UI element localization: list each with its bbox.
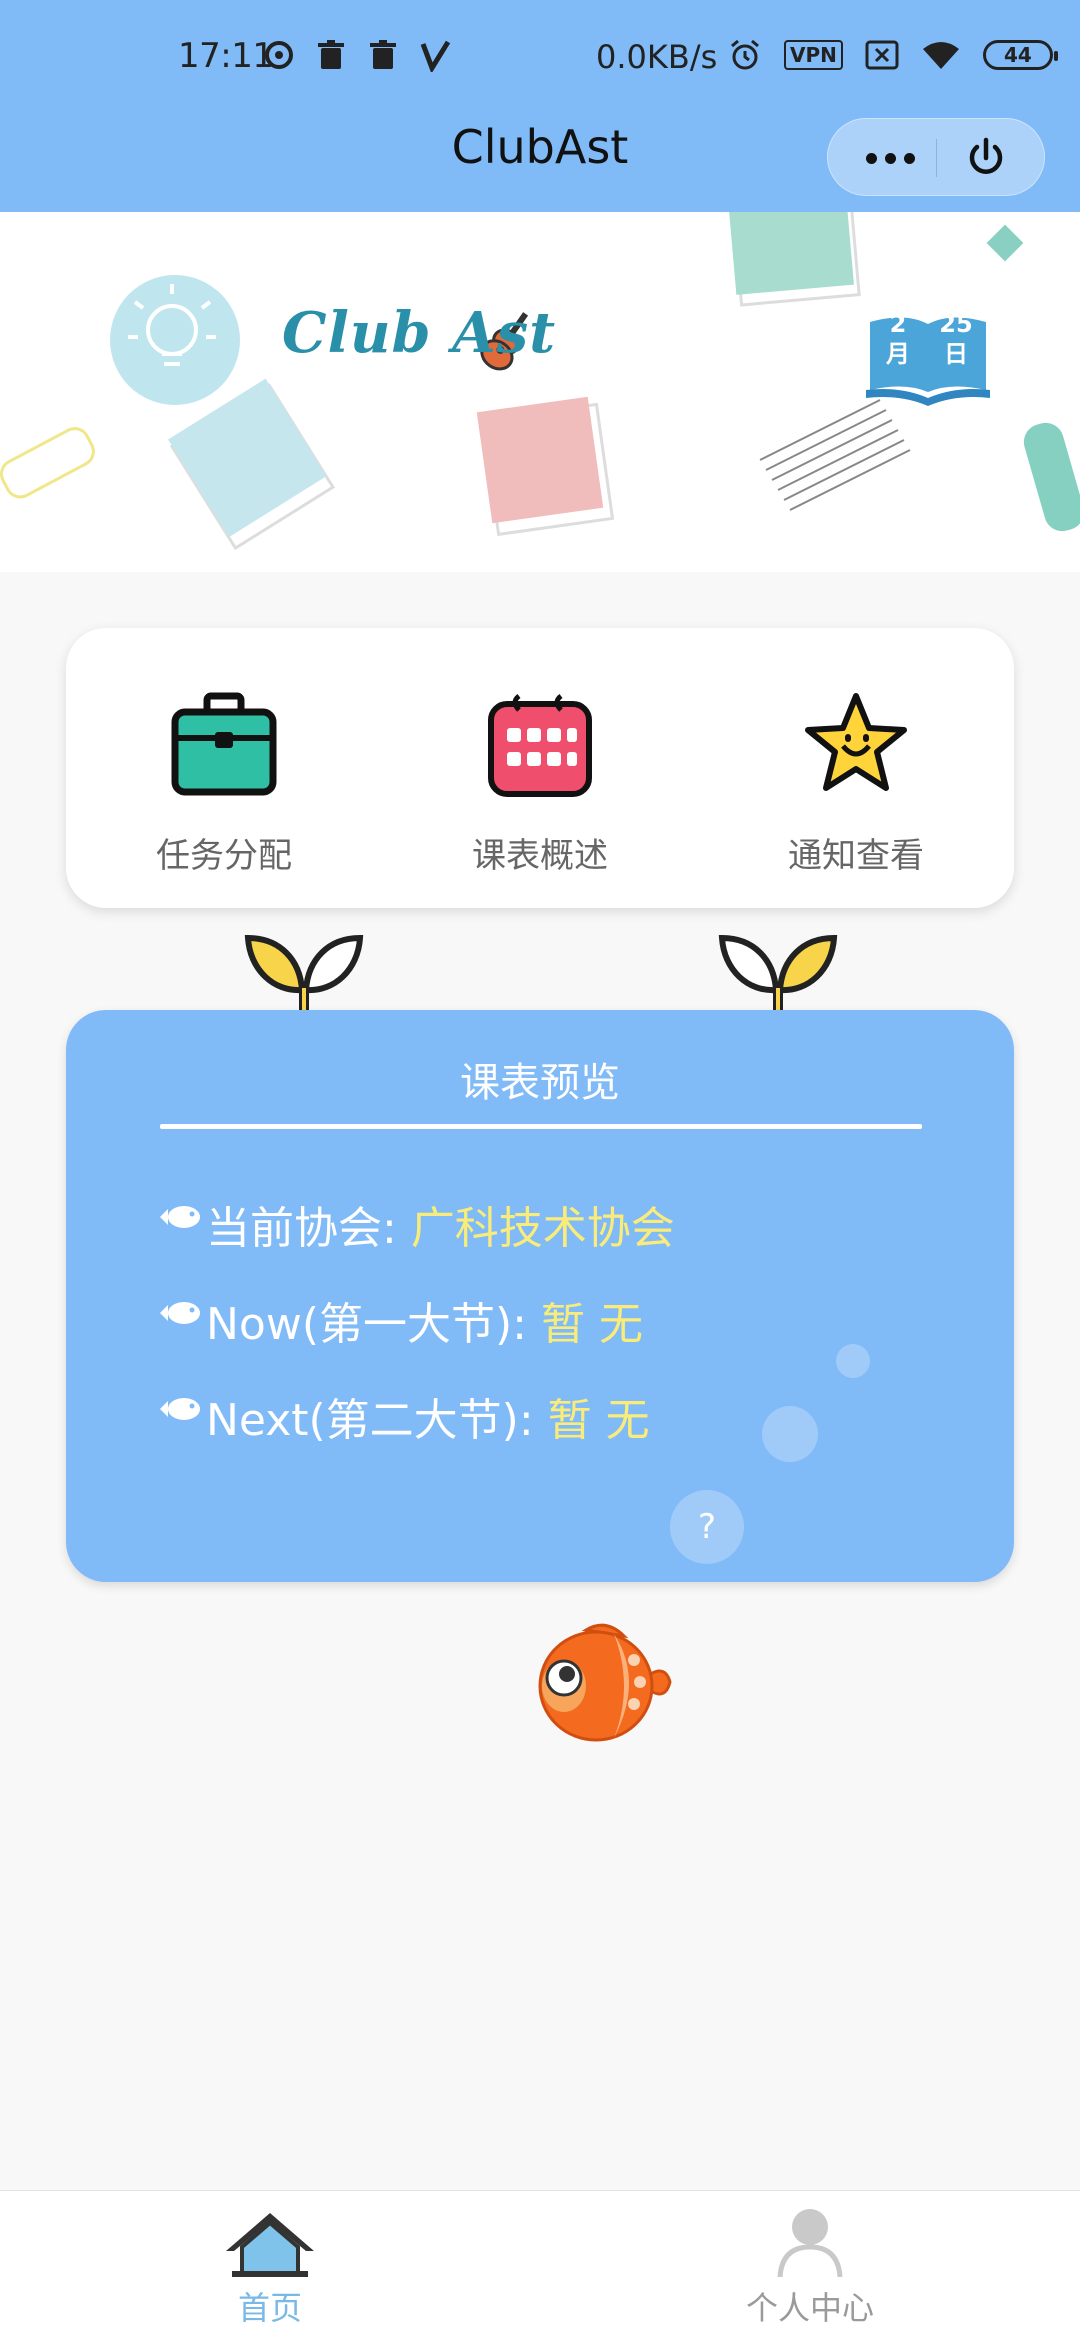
fish-bullet-icon <box>160 1302 200 1324</box>
bubble-decoration <box>762 1406 818 1462</box>
status-icons-left <box>262 38 452 72</box>
alarm-icon <box>731 39 759 70</box>
briefcase-icon <box>171 692 277 796</box>
user-icon <box>777 2209 843 2277</box>
schedule-preview-card: 课表预览 当前协会: 广科技术协会 Now(第一大节): 暂 无 Next(第二… <box>66 1010 1014 1582</box>
row-value: 暂 无 <box>540 1299 643 1350</box>
status-time: 17:11 <box>178 36 274 76</box>
row-next-period: Next(第二大节): 暂 无 <box>160 1384 650 1448</box>
calendar-month: 2 <box>889 310 907 338</box>
menu-item-schedule-overview[interactable]: 课表概述 <box>382 628 698 908</box>
capsule-divider <box>936 139 937 177</box>
tab-home[interactable]: 首页 <box>0 2191 540 2340</box>
row-now-period: Now(第一大节): 暂 无 <box>160 1288 643 1352</box>
check-v-icon <box>420 40 451 72</box>
banner-decorations <box>0 212 1080 551</box>
trash-icon <box>370 40 396 69</box>
network-speed: 0.0KB/s <box>596 38 718 76</box>
wifi-icon <box>922 42 959 69</box>
more-dots-icon[interactable] <box>850 119 930 197</box>
menu-label: 任务分配 <box>156 836 292 876</box>
power-icon[interactable] <box>964 136 1008 180</box>
tab-label: 个人中心 <box>745 2289 874 2327</box>
menu-label: 课表概述 <box>472 836 608 876</box>
row-label: 当前协会: <box>206 1203 411 1254</box>
bubble-decoration <box>836 1344 870 1378</box>
calendar-day: 25 <box>939 310 973 338</box>
row-value: 广科技术协会 <box>410 1203 675 1254</box>
preview-divider <box>160 1124 922 1129</box>
tab-label: 首页 <box>237 2289 302 2327</box>
calendar-day-unit: 日 <box>944 340 968 368</box>
mini-program-capsule <box>827 118 1045 196</box>
home-icon <box>226 2213 314 2277</box>
menu-label: 通知查看 <box>788 836 924 876</box>
calendar-month-unit: 月 <box>886 340 910 368</box>
status-bar: 17:11 0.0KB/s VPN 44 <box>0 0 1080 118</box>
row-value: 暂 无 <box>547 1395 650 1446</box>
menu-item-task-assignment[interactable]: 任务分配 <box>66 628 382 908</box>
preview-title: 课表预览 <box>460 1060 620 1106</box>
sim-off-icon <box>865 40 899 70</box>
menu-item-notifications[interactable]: 通知查看 <box>698 628 1014 908</box>
data-saver-icon <box>265 41 293 69</box>
row-label: Now(第一大节): <box>206 1299 541 1350</box>
top-bar: 17:11 0.0KB/s VPN 44 ClubAst <box>0 0 1080 212</box>
row-label: Next(第二大节): <box>206 1395 548 1446</box>
brand-logo-text: Club Ast <box>282 300 557 366</box>
vpn-icon: VPN <box>784 40 843 70</box>
battery-icon: 44 <box>982 40 1058 70</box>
trash-icon <box>318 40 344 69</box>
fish-bullet-icon <box>160 1206 200 1228</box>
help-button[interactable]: ? <box>670 1490 744 1564</box>
status-icons-right: VPN 44 <box>728 38 1058 72</box>
bottom-tab-bar: 首页 个人中心 <box>0 2190 1080 2340</box>
row-current-club: 当前协会: 广科技术协会 <box>160 1192 675 1256</box>
banner: Club Ast 2 月 25 日 <box>0 212 1080 572</box>
goldfish-icon <box>538 1623 672 1742</box>
calendar-icon <box>488 694 592 797</box>
feature-menu-card: 任务分配 课表概述 通知查看 <box>66 628 1014 908</box>
star-icon <box>805 693 907 791</box>
tab-profile[interactable]: 个人中心 <box>540 2191 1080 2340</box>
fish-bullet-icon <box>160 1398 200 1420</box>
